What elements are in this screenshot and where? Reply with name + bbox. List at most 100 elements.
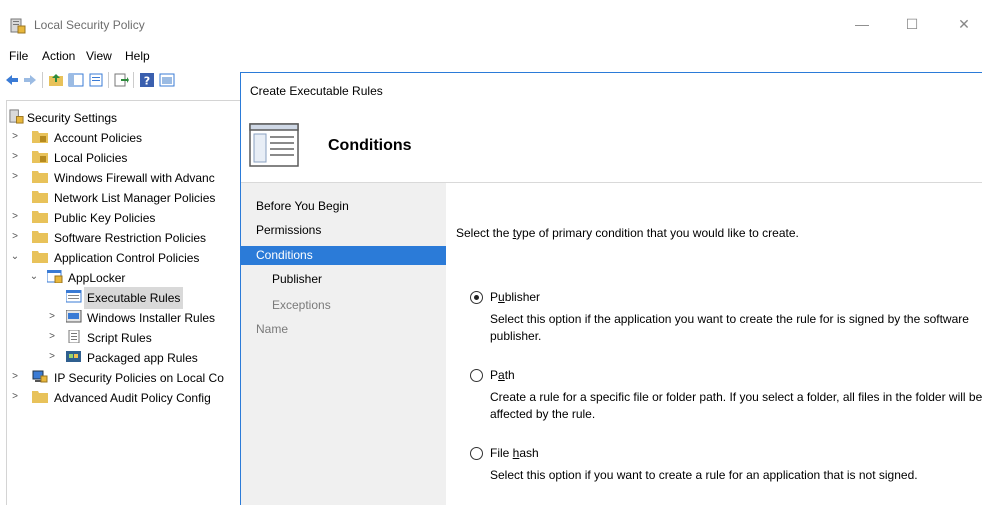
- folder-icon: [32, 211, 48, 223]
- chevron-right-icon[interactable]: >: [47, 347, 57, 367]
- file-hash-option-label[interactable]: File hash: [490, 446, 539, 460]
- svg-text:?: ?: [144, 75, 150, 88]
- forward-arrow-icon[interactable]: [22, 72, 38, 88]
- option-label-text: P: [490, 290, 499, 304]
- console-icon[interactable]: [159, 72, 175, 88]
- window-title: Local Security Policy: [34, 18, 145, 32]
- tree-item-label: Advanced Audit Policy Config: [54, 391, 211, 405]
- minimize-button[interactable]: —: [848, 12, 876, 36]
- folder-icon: [32, 251, 48, 263]
- toolbar-separator: [133, 72, 134, 88]
- chevron-right-icon[interactable]: >: [10, 167, 20, 187]
- dialog-title: Create Executable Rules: [250, 84, 383, 98]
- back-arrow-icon[interactable]: [4, 72, 20, 88]
- folder-lock-icon: [32, 151, 48, 163]
- option-label-text: P: [490, 368, 499, 382]
- tree-item-label: Account Policies: [54, 131, 143, 145]
- step-before-you-begin[interactable]: Before You Begin: [256, 197, 349, 216]
- option-access-key: a: [498, 368, 505, 382]
- toolbar: ?: [0, 68, 240, 94]
- close-button[interactable]: ✕: [950, 12, 978, 36]
- option-access-key: u: [498, 290, 505, 304]
- local-security-policy-icon: [10, 18, 26, 34]
- security-settings-icon: [9, 109, 24, 124]
- wizard-steps: Before You Begin Permissions Conditions …: [241, 183, 446, 505]
- step-name: Name: [256, 322, 289, 336]
- option-label-text: ash: [519, 446, 539, 460]
- condition-prompt: Select the type of primary condition tha…: [456, 226, 799, 240]
- tree-item-label: Windows Firewall with Advanc: [54, 171, 215, 185]
- chevron-right-icon[interactable]: >: [47, 307, 57, 327]
- publisher-option-label[interactable]: Publisher: [490, 290, 540, 304]
- up-folder-icon[interactable]: [48, 72, 64, 88]
- create-executable-rules-dialog: Create Executable Rules Conditions Befor…: [240, 72, 982, 505]
- menu-help[interactable]: Help: [125, 49, 150, 63]
- dialog-header-title: Conditions: [328, 137, 412, 154]
- tree-item-label: AppLocker: [68, 271, 126, 285]
- step-conditions[interactable]: Conditions: [241, 246, 446, 265]
- menu-action[interactable]: Action: [42, 49, 75, 63]
- chevron-right-icon[interactable]: >: [10, 207, 20, 227]
- help-icon[interactable]: ?: [139, 72, 155, 88]
- wizard-page-icon: [249, 123, 299, 167]
- chevron-down-icon[interactable]: ⌄: [10, 247, 20, 267]
- step-exceptions: Exceptions: [272, 298, 331, 312]
- installer-icon: [66, 310, 82, 323]
- folder-lock-icon: [32, 131, 48, 143]
- path-radio[interactable]: [470, 369, 483, 382]
- tree-item-label: Script Rules: [87, 331, 152, 345]
- tree-item-label: Security Settings: [27, 111, 118, 125]
- applocker-icon: [47, 270, 63, 283]
- menu-view[interactable]: View: [86, 49, 112, 63]
- local-security-policy-window: Local Security Policy — ☐ ✕ File Action …: [0, 0, 982, 505]
- folder-icon: [32, 191, 48, 203]
- chevron-down-icon[interactable]: ⌄: [29, 267, 39, 287]
- prompt-text: ype of primary condition that you would …: [516, 226, 799, 240]
- publisher-description: Select this option if the application yo…: [490, 312, 969, 343]
- tree-item-label: Application Control Policies: [54, 251, 200, 265]
- properties-icon[interactable]: [88, 72, 104, 88]
- file-hash-description: Select this option if you want to create…: [490, 468, 918, 482]
- tree-item-label: Public Key Policies: [54, 211, 156, 225]
- option-label-text: blisher: [504, 290, 541, 304]
- packaged-app-icon: [66, 351, 81, 362]
- folder-icon: [32, 171, 48, 183]
- option-label-text: File: [490, 446, 513, 460]
- tree-item-label: IP Security Policies on Local Co: [54, 371, 224, 385]
- rules-icon: [66, 290, 82, 303]
- chevron-right-icon[interactable]: >: [10, 147, 20, 167]
- title-bar: Local Security Policy — ☐ ✕: [0, 0, 982, 44]
- file-hash-radio[interactable]: [470, 447, 483, 460]
- tree-item-label: Local Policies: [54, 151, 128, 165]
- chevron-right-icon[interactable]: >: [10, 227, 20, 247]
- prompt-text: Select the: [456, 226, 513, 240]
- ip-security-icon: [32, 370, 48, 383]
- step-publisher[interactable]: Publisher: [272, 270, 322, 289]
- step-permissions[interactable]: Permissions: [256, 221, 321, 240]
- conditions-content: Select the type of primary condition tha…: [446, 183, 982, 505]
- menu-bar: File Action View Help: [0, 44, 982, 68]
- tree-item-label: Executable Rules: [84, 287, 184, 309]
- publisher-radio[interactable]: [470, 291, 483, 304]
- chevron-right-icon[interactable]: >: [10, 367, 20, 387]
- script-icon: [68, 330, 80, 343]
- toolbar-separator: [42, 72, 43, 88]
- folder-icon: [32, 391, 48, 403]
- chevron-right-icon[interactable]: >: [47, 327, 57, 347]
- show-hide-tree-icon[interactable]: [68, 72, 84, 88]
- tree-item-label: Packaged app Rules: [87, 351, 198, 365]
- chevron-right-icon[interactable]: >: [10, 387, 20, 407]
- tree-item-label: Software Restriction Policies: [54, 231, 207, 245]
- export-list-icon[interactable]: [113, 72, 129, 88]
- menu-file[interactable]: File: [9, 49, 28, 63]
- path-description: Create a rule for a specific file or fol…: [490, 390, 982, 421]
- chevron-right-icon[interactable]: >: [10, 127, 20, 147]
- console-tree: Security Settings > Account Policies > L…: [6, 100, 240, 505]
- maximize-button[interactable]: ☐: [898, 12, 926, 36]
- tree-item-label: Windows Installer Rules: [87, 311, 216, 325]
- tree-item-label: Network List Manager Policies: [54, 191, 216, 205]
- toolbar-separator: [108, 72, 109, 88]
- option-label-text: th: [504, 368, 515, 382]
- folder-icon: [32, 231, 48, 243]
- path-option-label[interactable]: Path: [490, 368, 515, 382]
